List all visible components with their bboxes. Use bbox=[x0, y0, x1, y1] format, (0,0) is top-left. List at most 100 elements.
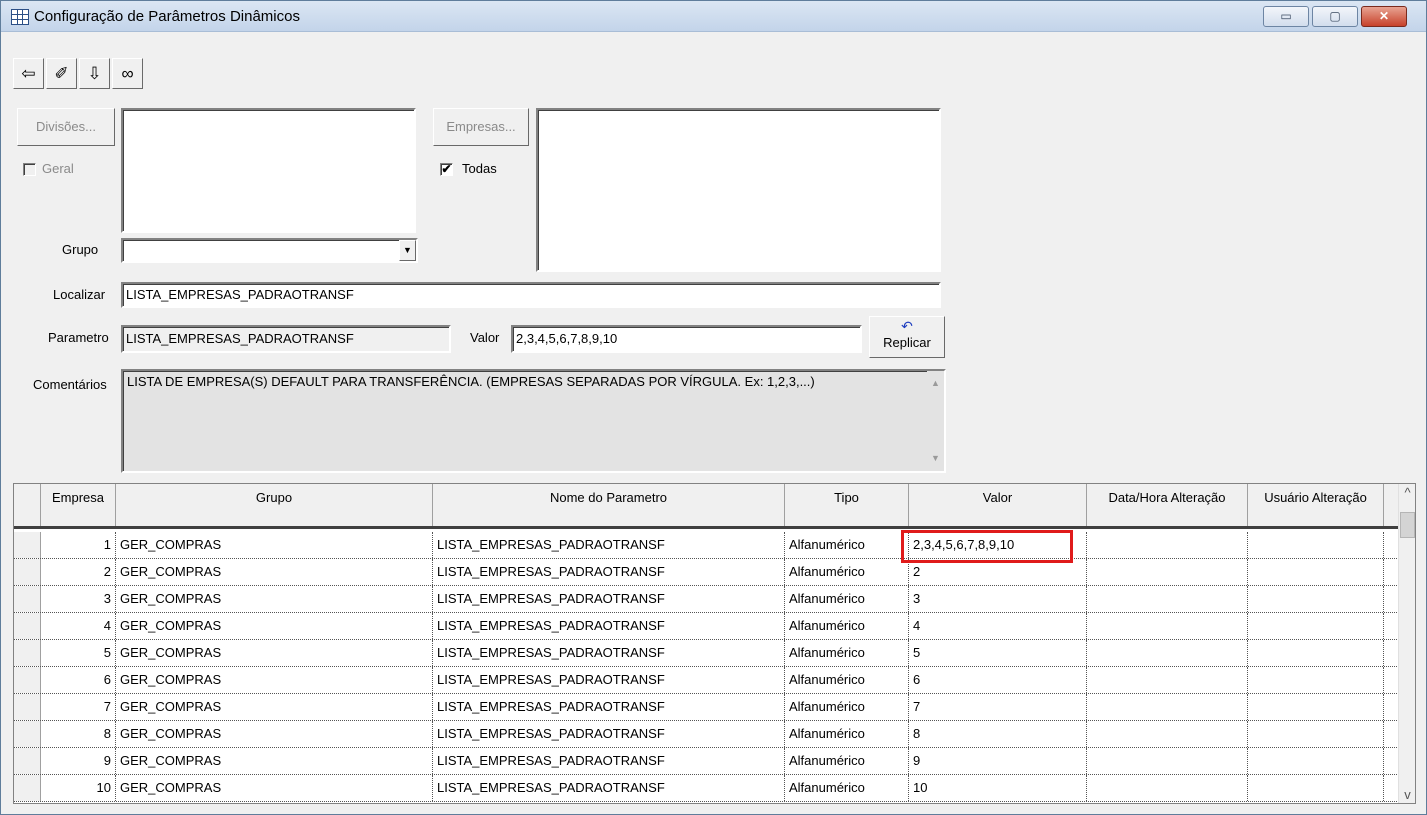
cell-grupo[interactable]: GER_COMPRAS bbox=[116, 559, 433, 585]
table-row[interactable]: 6 GER_COMPRAS LISTA_EMPRESAS_PADRAOTRANSF A… bbox=[14, 667, 1399, 694]
cell-valor[interactable]: 3 bbox=[909, 586, 1087, 612]
cell-grupo[interactable]: GER_COMPRAS bbox=[116, 640, 433, 666]
table-row[interactable]: 4 GER_COMPRAS LISTA_EMPRESAS_PADRAOTRANSF A… bbox=[14, 613, 1399, 640]
comentarios-scrollbar[interactable]: ▲ ▼ bbox=[927, 371, 944, 471]
cell-empresa[interactable]: 5 bbox=[41, 640, 116, 666]
cell-usuario[interactable] bbox=[1248, 586, 1384, 612]
valor-input[interactable]: 2,3,4,5,6,7,8,9,10 bbox=[511, 325, 862, 353]
cell-valor[interactable]: 6 bbox=[909, 667, 1087, 693]
col-grupo[interactable]: Grupo bbox=[116, 484, 433, 526]
binoculars-icon[interactable]: ∞ bbox=[112, 58, 143, 89]
col-valor[interactable]: Valor bbox=[909, 484, 1087, 526]
cell-tipo[interactable]: Alfanumérico bbox=[785, 721, 909, 747]
cell-data-hora[interactable] bbox=[1087, 721, 1248, 747]
table-row[interactable]: 5 GER_COMPRAS LISTA_EMPRESAS_PADRAOTRANSF A… bbox=[14, 640, 1399, 667]
cell-empresa[interactable]: 4 bbox=[41, 613, 116, 639]
cell-valor[interactable]: 8 bbox=[909, 721, 1087, 747]
cell-grupo[interactable]: GER_COMPRAS bbox=[116, 748, 433, 774]
parametros-grid[interactable]: Empresa Grupo Nome do Parametro Tipo Val… bbox=[13, 483, 1416, 804]
cell-nome[interactable]: LISTA_EMPRESAS_PADRAOTRANSF bbox=[433, 532, 785, 558]
cell-tipo[interactable]: Alfanumérico bbox=[785, 775, 909, 801]
cell-usuario[interactable] bbox=[1248, 532, 1384, 558]
cell-nome[interactable]: LISTA_EMPRESAS_PADRAOTRANSF bbox=[433, 667, 785, 693]
cell-tipo[interactable]: Alfanumérico bbox=[785, 748, 909, 774]
col-usuario[interactable]: Usuário Alteração bbox=[1248, 484, 1384, 526]
cell-nome[interactable]: LISTA_EMPRESAS_PADRAOTRANSF bbox=[433, 640, 785, 666]
cell-usuario[interactable] bbox=[1248, 613, 1384, 639]
cell-valor[interactable]: 4 bbox=[909, 613, 1087, 639]
scroll-up-icon[interactable]: ▲ bbox=[927, 375, 944, 392]
cell-data-hora[interactable] bbox=[1087, 559, 1248, 585]
cell-tipo[interactable]: Alfanumérico bbox=[785, 667, 909, 693]
cell-data-hora[interactable] bbox=[1087, 694, 1248, 720]
eraser-icon[interactable]: ✐ bbox=[46, 58, 77, 89]
table-row[interactable]: 3 GER_COMPRAS LISTA_EMPRESAS_PADRAOTRANSF A… bbox=[14, 586, 1399, 613]
cell-empresa[interactable]: 2 bbox=[41, 559, 116, 585]
maximize-button[interactable]: ▢ bbox=[1312, 6, 1358, 27]
cell-nome[interactable]: LISTA_EMPRESAS_PADRAOTRANSF bbox=[433, 694, 785, 720]
divisoes-listbox[interactable] bbox=[121, 108, 416, 233]
localizar-input[interactable]: LISTA_EMPRESAS_PADRAOTRANSF bbox=[121, 282, 941, 308]
cell-valor[interactable]: 9 bbox=[909, 748, 1087, 774]
cell-usuario[interactable] bbox=[1248, 640, 1384, 666]
cell-usuario[interactable] bbox=[1248, 748, 1384, 774]
cell-valor[interactable]: 10 bbox=[909, 775, 1087, 801]
minimize-button[interactable]: ▭ bbox=[1263, 6, 1309, 27]
cell-usuario[interactable] bbox=[1248, 721, 1384, 747]
cell-empresa[interactable]: 6 bbox=[41, 667, 116, 693]
cell-nome[interactable]: LISTA_EMPRESAS_PADRAOTRANSF bbox=[433, 613, 785, 639]
todas-checkbox[interactable]: ✔ bbox=[440, 163, 453, 176]
cell-data-hora[interactable] bbox=[1087, 748, 1248, 774]
scroll-down-icon[interactable]: ▼ bbox=[927, 450, 944, 467]
empresas-listbox[interactable] bbox=[536, 108, 941, 272]
cell-tipo[interactable]: Alfanumérico bbox=[785, 532, 909, 558]
cell-grupo[interactable]: GER_COMPRAS bbox=[116, 721, 433, 747]
comentarios-textarea[interactable]: LISTA DE EMPRESA(S) DEFAULT PARA TRANSFE… bbox=[121, 369, 946, 473]
col-nome-parametro[interactable]: Nome do Parametro bbox=[433, 484, 785, 526]
cell-empresa[interactable]: 3 bbox=[41, 586, 116, 612]
cell-usuario[interactable] bbox=[1248, 694, 1384, 720]
scroll-down-icon[interactable]: v bbox=[1399, 786, 1415, 803]
cell-grupo[interactable]: GER_COMPRAS bbox=[116, 694, 433, 720]
cell-tipo[interactable]: Alfanumérico bbox=[785, 694, 909, 720]
scroll-up-icon[interactable]: ^ bbox=[1399, 484, 1415, 501]
col-data-hora[interactable]: Data/Hora Alteração bbox=[1087, 484, 1248, 526]
cell-valor[interactable]: 7 bbox=[909, 694, 1087, 720]
cell-tipo[interactable]: Alfanumérico bbox=[785, 613, 909, 639]
grid-scrollbar[interactable]: ^ v bbox=[1398, 484, 1415, 803]
geral-checkbox[interactable] bbox=[23, 163, 36, 176]
cell-grupo[interactable]: GER_COMPRAS bbox=[116, 586, 433, 612]
cell-usuario[interactable] bbox=[1248, 559, 1384, 585]
cell-grupo[interactable]: GER_COMPRAS bbox=[116, 775, 433, 801]
cell-nome[interactable]: LISTA_EMPRESAS_PADRAOTRANSF bbox=[433, 748, 785, 774]
cell-grupo[interactable]: GER_COMPRAS bbox=[116, 667, 433, 693]
cell-data-hora[interactable] bbox=[1087, 640, 1248, 666]
title-bar[interactable]: Configuração de Parâmetros Dinâmicos ▭ ▢… bbox=[1, 1, 1426, 32]
table-row[interactable]: 10 GER_COMPRAS LISTA_EMPRESAS_PADRAOTRANSF… bbox=[14, 775, 1399, 802]
cell-empresa[interactable]: 9 bbox=[41, 748, 116, 774]
cell-nome[interactable]: LISTA_EMPRESAS_PADRAOTRANSF bbox=[433, 721, 785, 747]
cell-valor[interactable]: 5 bbox=[909, 640, 1087, 666]
table-row[interactable]: 1 GER_COMPRAS LISTA_EMPRESAS_PADRAOTRANSF A… bbox=[14, 532, 1399, 559]
cell-grupo[interactable]: GER_COMPRAS bbox=[116, 532, 433, 558]
exit-door-icon[interactable]: ⇦ bbox=[13, 58, 44, 89]
cell-nome[interactable]: LISTA_EMPRESAS_PADRAOTRANSF bbox=[433, 586, 785, 612]
cell-empresa[interactable]: 7 bbox=[41, 694, 116, 720]
chevron-down-icon[interactable]: ▼ bbox=[399, 240, 416, 261]
cell-data-hora[interactable] bbox=[1087, 532, 1248, 558]
cell-tipo[interactable]: Alfanumérico bbox=[785, 640, 909, 666]
empresas-button[interactable]: Empresas... bbox=[433, 108, 529, 146]
col-tipo[interactable]: Tipo bbox=[785, 484, 909, 526]
cell-empresa[interactable]: 8 bbox=[41, 721, 116, 747]
cell-nome[interactable]: LISTA_EMPRESAS_PADRAOTRANSF bbox=[433, 775, 785, 801]
cell-tipo[interactable]: Alfanumérico bbox=[785, 586, 909, 612]
cell-usuario[interactable] bbox=[1248, 667, 1384, 693]
col-empresa[interactable]: Empresa bbox=[41, 484, 116, 526]
cell-data-hora[interactable] bbox=[1087, 586, 1248, 612]
replicar-button[interactable]: ↶ Replicar bbox=[869, 316, 945, 358]
table-row[interactable]: 9 GER_COMPRAS LISTA_EMPRESAS_PADRAOTRANSF A… bbox=[14, 748, 1399, 775]
cell-data-hora[interactable] bbox=[1087, 667, 1248, 693]
table-row[interactable]: 8 GER_COMPRAS LISTA_EMPRESAS_PADRAOTRANSF A… bbox=[14, 721, 1399, 748]
grupo-select[interactable]: ▼ bbox=[121, 238, 418, 263]
cell-empresa[interactable]: 1 bbox=[41, 532, 116, 558]
